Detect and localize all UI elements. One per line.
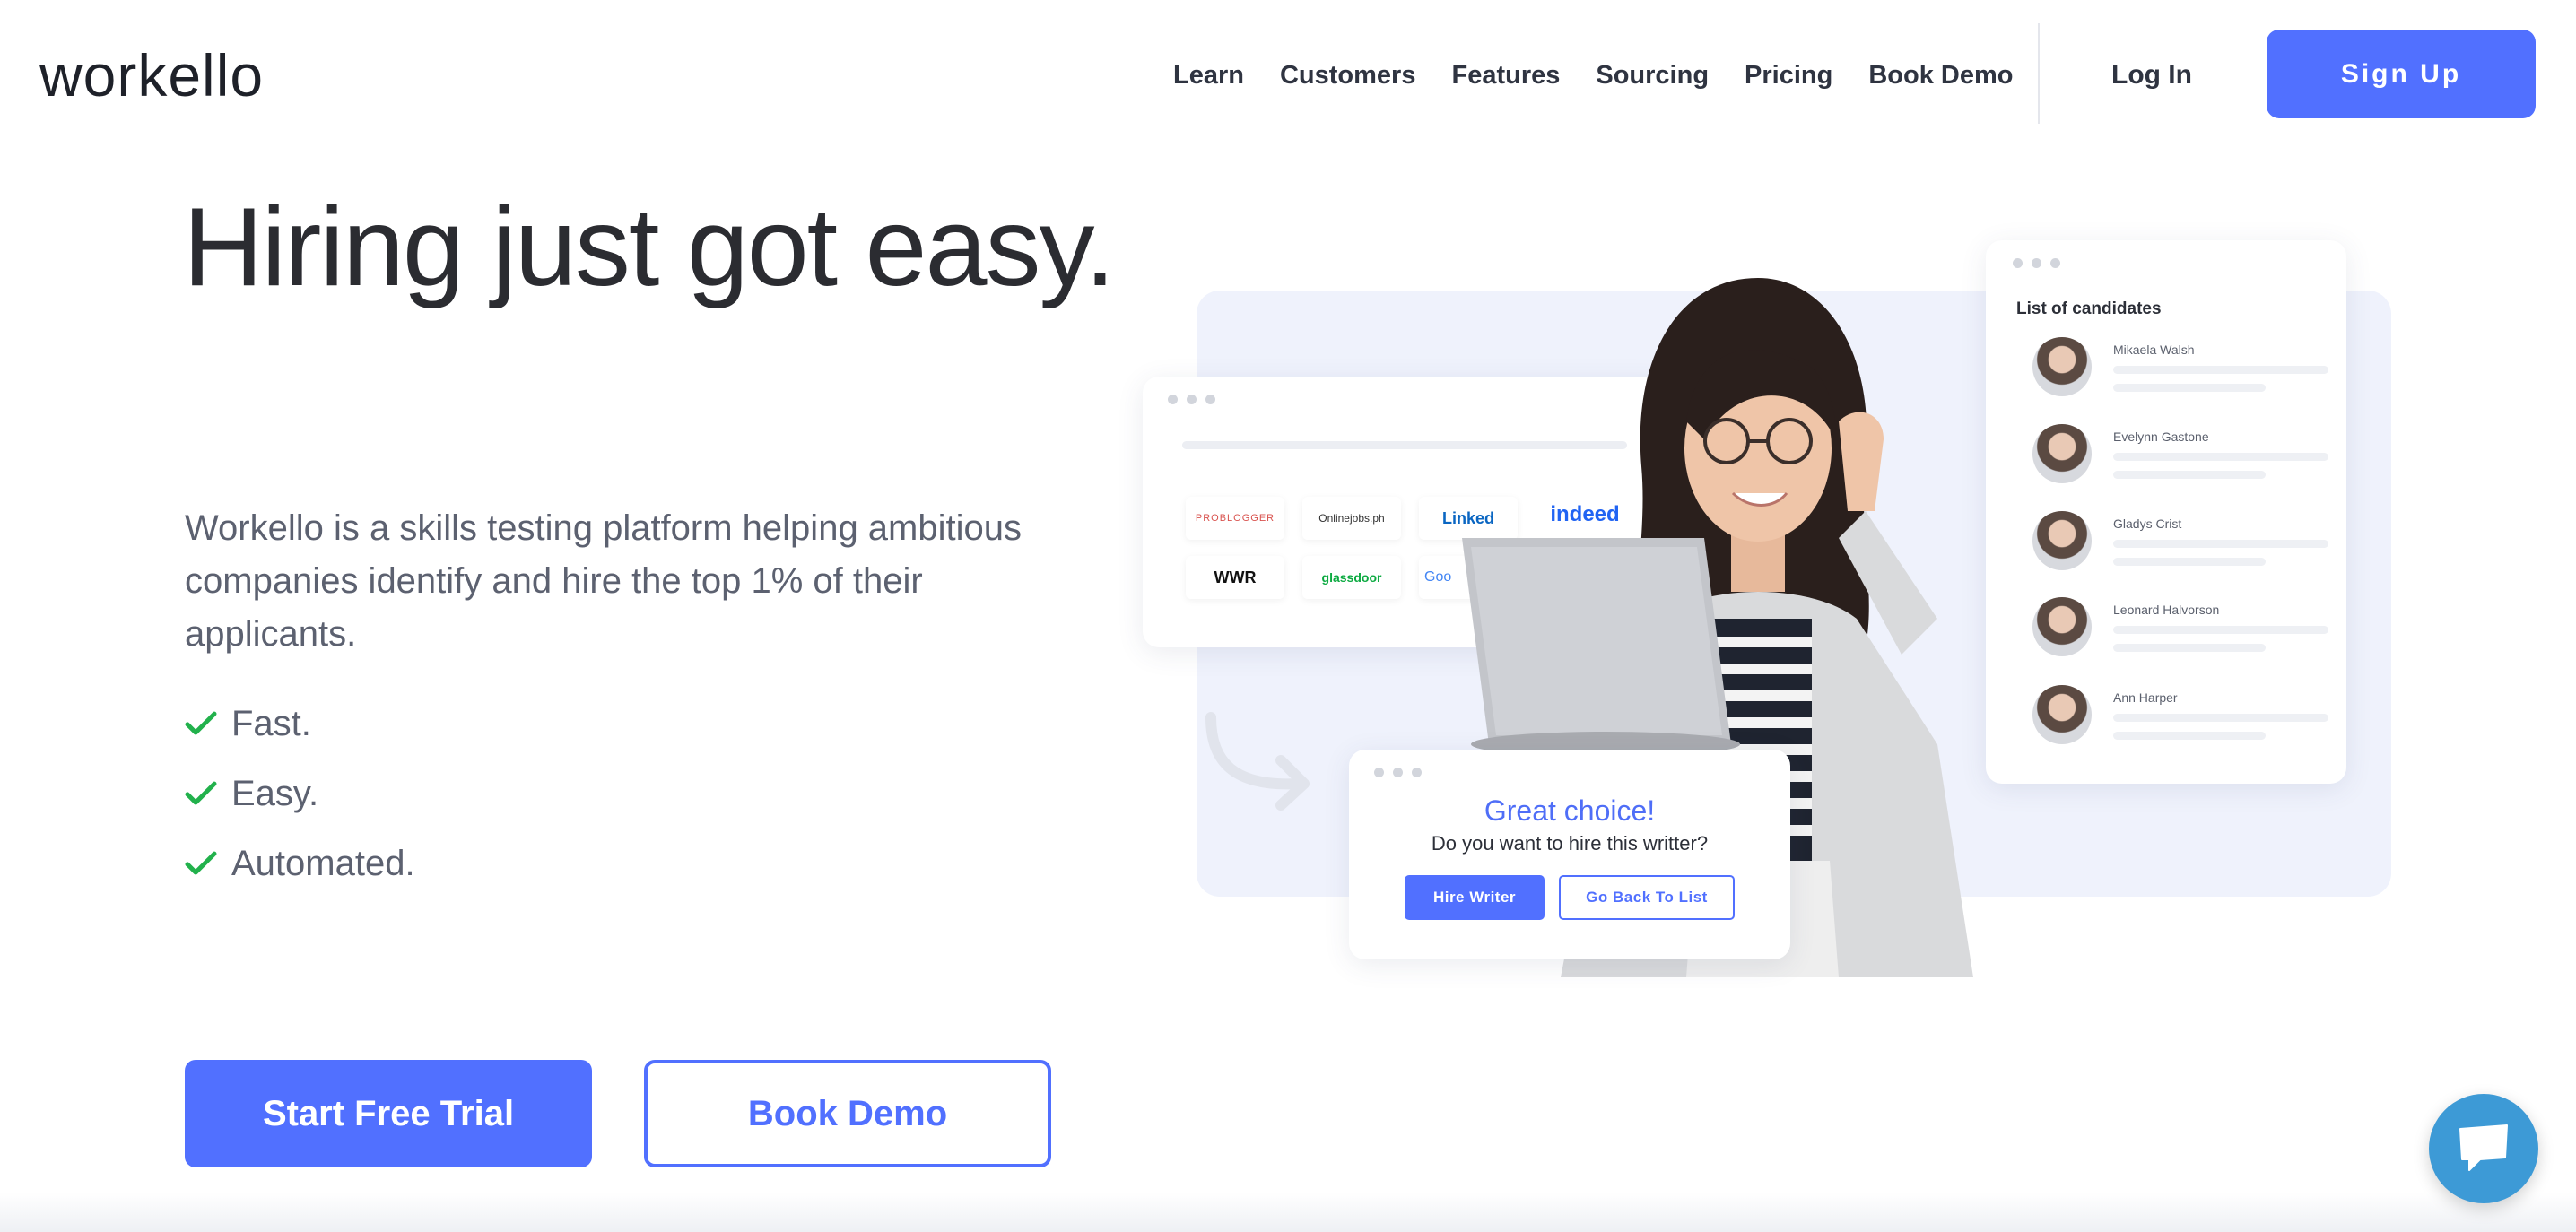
choice-title: Great choice! bbox=[1484, 794, 1656, 827]
placeholder-line bbox=[2113, 453, 2328, 461]
hero-description: Workello is a skills testing platform he… bbox=[185, 508, 1022, 654]
onlinejobs-logo: Onlinejobs.ph bbox=[1302, 497, 1401, 540]
login-link[interactable]: Log In bbox=[2111, 56, 2192, 95]
curved-arrow-icon bbox=[1205, 712, 1310, 811]
nav-learn[interactable]: Learn bbox=[1173, 61, 1244, 91]
glassdoor-logo: glassdoor bbox=[1302, 556, 1401, 599]
check-icon bbox=[185, 711, 217, 735]
placeholder-line bbox=[2113, 732, 2266, 740]
start-free-trial-button[interactable]: Start Free Trial bbox=[185, 1060, 592, 1167]
check-icon bbox=[185, 781, 217, 805]
main-nav: Learn Customers Features Sourcing Pricin… bbox=[1173, 52, 2049, 99]
chat-bubble-icon bbox=[2459, 1124, 2508, 1171]
candidate-name: Gladys Crist bbox=[2113, 516, 2182, 531]
candidate-name: Leonard Halvorson bbox=[2113, 603, 2220, 617]
placeholder-line bbox=[2113, 644, 2266, 652]
placeholder-line bbox=[2113, 626, 2328, 634]
placeholder-line bbox=[2113, 714, 2328, 722]
signup-button[interactable]: Sign Up bbox=[2267, 30, 2536, 118]
check-icon bbox=[185, 851, 217, 875]
go-back-to-list-button[interactable]: Go Back To List bbox=[1559, 875, 1735, 920]
nav-customers[interactable]: Customers bbox=[1280, 61, 1416, 91]
feature-label: Automated. bbox=[231, 843, 415, 883]
wwr-logo: WWR bbox=[1186, 556, 1284, 599]
bottom-fade bbox=[0, 1193, 2576, 1232]
window-dots bbox=[1374, 768, 1422, 777]
placeholder-line bbox=[2113, 471, 2266, 479]
feature-item-fast: Fast. bbox=[183, 698, 311, 749]
nav-book-demo[interactable]: Book Demo bbox=[1868, 61, 2013, 91]
choice-subtitle: Do you want to hire this writter? bbox=[1431, 832, 1709, 855]
candidate-name: Mikaela Walsh bbox=[2113, 343, 2195, 357]
nav-features[interactable]: Features bbox=[1451, 61, 1560, 91]
placeholder-line bbox=[2113, 384, 2266, 392]
candidate-name: Evelynn Gastone bbox=[2113, 429, 2209, 444]
feature-label: Easy. bbox=[231, 773, 319, 813]
placeholder-line bbox=[2113, 540, 2328, 548]
hero-title: Hiring just got easy. bbox=[183, 186, 1116, 309]
workello-logo[interactable]: workello bbox=[39, 39, 264, 111]
candidate-name: Ann Harper bbox=[2113, 690, 2178, 705]
nav-pricing[interactable]: Pricing bbox=[1745, 61, 1832, 91]
feature-item-automated: Automated. bbox=[183, 838, 415, 889]
great-choice-card: Great choice! Do you want to hire this w… bbox=[1349, 750, 1790, 959]
book-demo-button[interactable]: Book Demo bbox=[644, 1060, 1051, 1167]
feature-item-easy: Easy. bbox=[183, 768, 318, 819]
placeholder-line bbox=[2113, 366, 2328, 374]
feature-label: Fast. bbox=[231, 703, 311, 743]
problogger-logo: PROBLOGGER bbox=[1186, 497, 1284, 540]
hire-writer-button[interactable]: Hire Writer bbox=[1405, 875, 1545, 920]
placeholder-line bbox=[2113, 558, 2266, 566]
chat-button[interactable] bbox=[2429, 1094, 2538, 1203]
window-dots bbox=[1168, 395, 1215, 404]
nav-sourcing[interactable]: Sourcing bbox=[1596, 61, 1709, 91]
nav-divider bbox=[2038, 23, 2040, 124]
